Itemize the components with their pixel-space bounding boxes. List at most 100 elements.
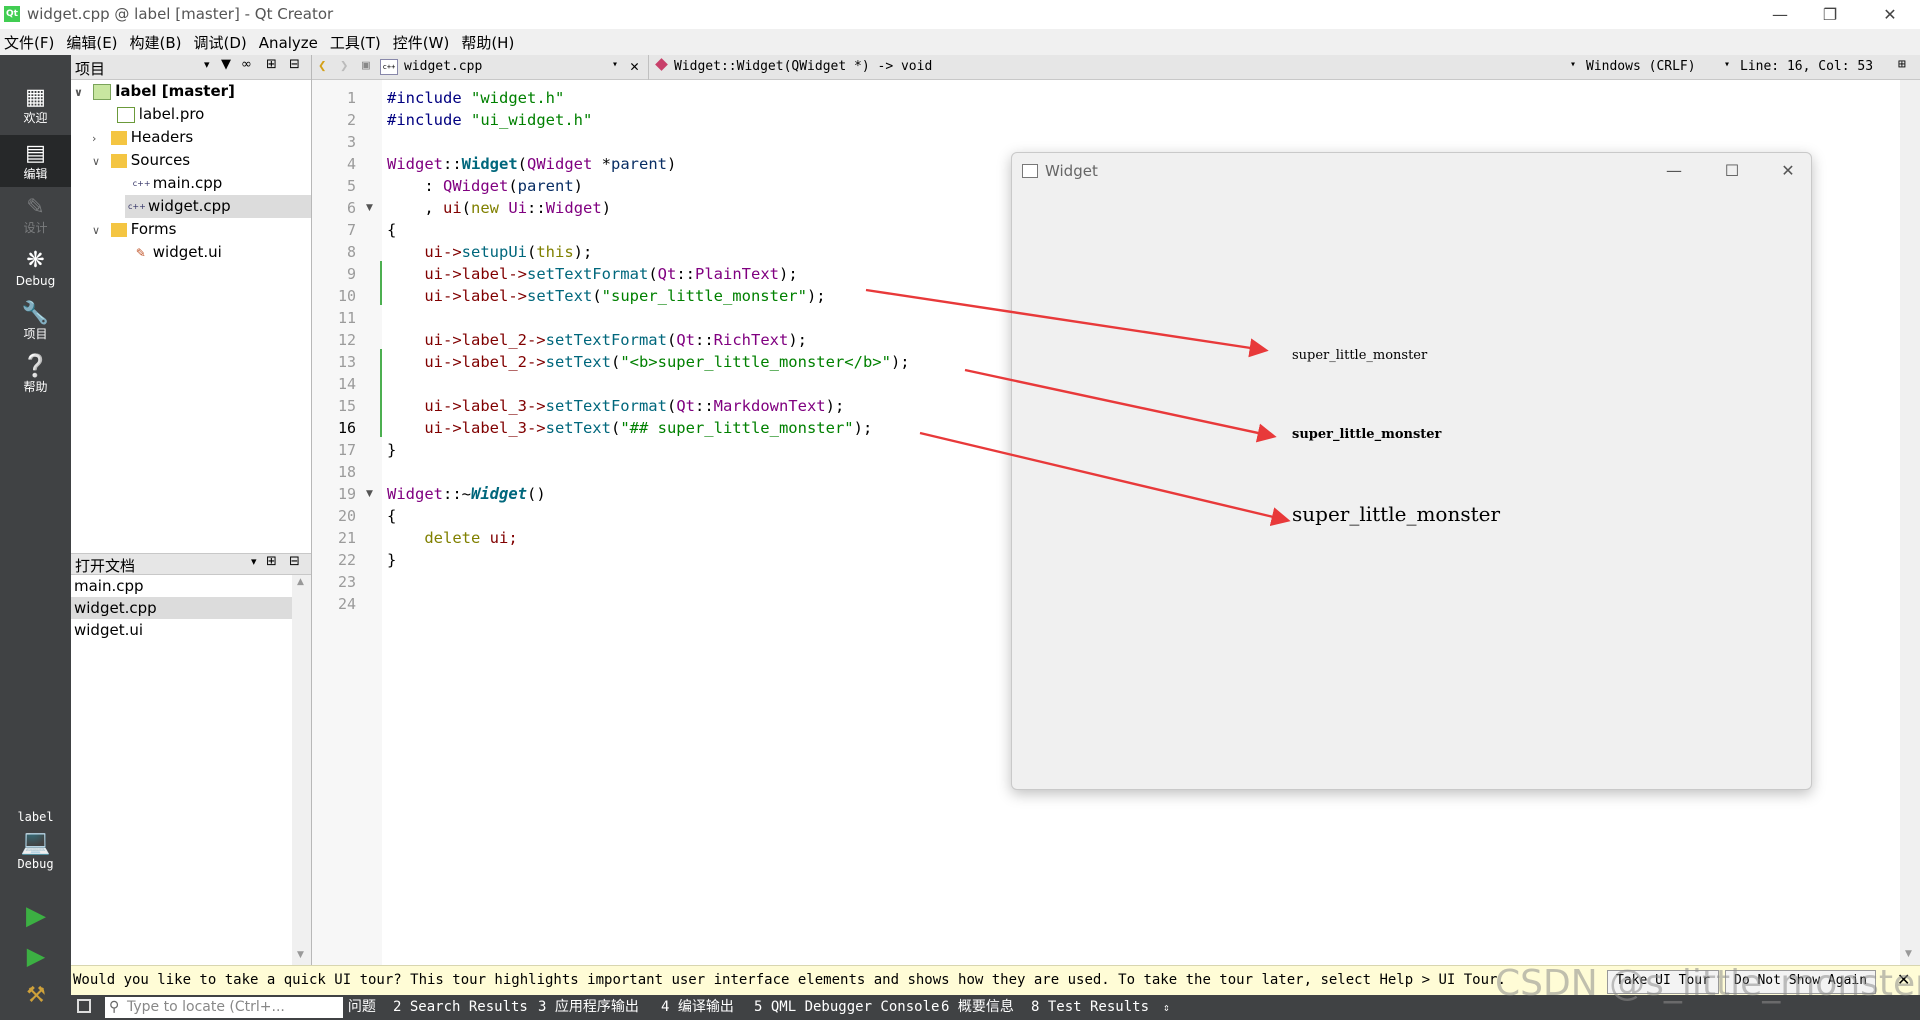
- close-file-icon[interactable]: ✕: [630, 57, 639, 75]
- output-tab-general-messages[interactable]: 6 概要信息: [941, 995, 1014, 1020]
- code-token: ui->: [387, 243, 462, 261]
- scroll-down-icon[interactable]: ▼: [297, 950, 304, 960]
- tree-item-sources[interactable]: ∨ Sources: [71, 149, 312, 172]
- split-icon[interactable]: ⊞: [266, 554, 277, 569]
- open-doc-item[interactable]: main.cpp: [71, 575, 294, 597]
- build-hammer-icon[interactable]: ⚒: [21, 981, 51, 1011]
- symbol-dropdown-icon[interactable]: ▾: [1570, 59, 1576, 70]
- widget-maximize-button[interactable]: ☐: [1712, 159, 1752, 183]
- widget-close-button[interactable]: ✕: [1768, 159, 1808, 183]
- tree-item-headers[interactable]: › Headers: [71, 126, 312, 149]
- change-marker: [380, 371, 382, 393]
- code-token: ui;: [480, 529, 518, 547]
- menu-help[interactable]: 帮助(H): [455, 29, 520, 55]
- code-token: Widget: [387, 155, 443, 173]
- minimize-button[interactable]: —: [1752, 0, 1808, 29]
- tree-item-label-pro[interactable]: label.pro: [71, 103, 312, 126]
- bug-icon: ❋: [26, 248, 45, 273]
- cpp-file-icon: c++: [128, 201, 146, 211]
- output-tab-qml-debugger[interactable]: 5 QML Debugger Console: [754, 995, 939, 1020]
- output-tab-test-results[interactable]: 8 Test Results: [1031, 995, 1149, 1020]
- tree-label: Sources: [130, 151, 191, 169]
- menu-edit[interactable]: 编辑(E): [60, 29, 123, 55]
- menu-debug[interactable]: 调试(D): [188, 29, 253, 55]
- menu-file[interactable]: 文件(F): [0, 29, 60, 55]
- tree-item-widget-cpp[interactable]: c++ widget.cpp: [125, 195, 315, 218]
- tree-item-widget-ui[interactable]: ✎ widget.ui: [71, 241, 312, 264]
- code-token: setText: [545, 419, 611, 437]
- menu-tools[interactable]: 工具(T): [324, 29, 387, 55]
- expand-arrow-icon[interactable]: ›: [92, 127, 106, 150]
- tree-item-forms[interactable]: ∨ Forms: [71, 218, 312, 241]
- debug-run-icon[interactable]: ▶: [21, 941, 51, 971]
- mode-help[interactable]: ❔ 帮助: [0, 348, 71, 400]
- filter-icon[interactable]: ▼: [221, 57, 231, 72]
- output-tab-issues[interactable]: 1 问题: [331, 995, 376, 1020]
- line-ending-selector[interactable]: Windows (CRLF): [1586, 59, 1696, 74]
- back-arrow-icon[interactable]: ❮: [318, 58, 326, 74]
- line-number: 3: [346, 133, 356, 151]
- code-token: );: [853, 419, 873, 437]
- open-doc-item[interactable]: widget.ui: [71, 619, 294, 641]
- collapse-arrow-icon[interactable]: ∨: [74, 81, 88, 104]
- widget-title-bar[interactable]: Widget — ☐ ✕: [1012, 153, 1811, 187]
- split-icon[interactable]: ⊞: [1898, 57, 1906, 72]
- widget-minimize-button[interactable]: —: [1654, 159, 1694, 183]
- tree-label: label.pro: [138, 105, 205, 123]
- more-tabs-icon[interactable]: ⇕: [1163, 995, 1170, 1020]
- kit-selector[interactable]: 💻 Debug: [0, 827, 71, 881]
- view-dropdown-icon[interactable]: ▾: [251, 555, 257, 568]
- scroll-down-icon[interactable]: ▼: [1905, 949, 1912, 959]
- code-token: setupUi: [461, 243, 527, 261]
- close-button[interactable]: ✕: [1862, 0, 1918, 29]
- menu-widgets[interactable]: 控件(W): [387, 29, 456, 55]
- tree-label: Forms: [130, 220, 177, 238]
- line-ending-dropdown-icon[interactable]: ▾: [1724, 59, 1730, 70]
- change-marker: [380, 261, 382, 283]
- tree-item-main-cpp[interactable]: c++ main.cpp: [71, 172, 312, 195]
- open-doc-item[interactable]: widget.cpp: [71, 597, 294, 619]
- code-line: : QWidget(parent): [387, 175, 583, 197]
- link-icon[interactable]: ∞: [241, 57, 252, 72]
- toggle-sidebar-icon[interactable]: [77, 999, 91, 1013]
- grid-icon: ▦: [25, 85, 46, 110]
- code-token: Qt: [657, 265, 677, 283]
- mode-debug[interactable]: ❋ Debug: [0, 242, 71, 294]
- code-line: ui->label_2->setText("<b>super_little_mo…: [387, 351, 909, 373]
- forward-arrow-icon[interactable]: ❯: [340, 58, 348, 74]
- split-icon[interactable]: ⊞: [266, 57, 277, 72]
- output-tab-application-output[interactable]: 3 应用程序输出: [538, 995, 639, 1020]
- fold-marker-icon[interactable]: ▼: [366, 203, 373, 213]
- tree-project-root[interactable]: ∨ label [master]: [71, 80, 312, 103]
- line-number-gutter: 1 2 3 4 5 6 7 8 9 10 11 12 13 14 15 16 1…: [312, 80, 382, 965]
- mode-projects[interactable]: 🔧 项目: [0, 295, 71, 347]
- line-number: 23: [337, 573, 356, 591]
- code-line: delete ui;: [387, 527, 518, 549]
- menu-analyze[interactable]: Analyze: [253, 29, 324, 55]
- close-pane-icon[interactable]: ⊟: [289, 554, 300, 569]
- view-dropdown-icon[interactable]: ▾: [204, 58, 210, 71]
- collapse-arrow-icon[interactable]: ∨: [92, 150, 106, 173]
- scroll-up-icon[interactable]: ▲: [297, 577, 304, 587]
- restore-button[interactable]: ❐: [1802, 0, 1858, 29]
- collapse-arrow-icon[interactable]: ∨: [92, 219, 106, 242]
- code-token: PlainText: [695, 265, 779, 283]
- output-tab-compile-output[interactable]: 4 编译输出: [661, 995, 734, 1020]
- editor-scrollbar[interactable]: ▼: [1900, 80, 1920, 965]
- locator-input[interactable]: ⚲ Type to locate (Ctrl+...: [105, 997, 343, 1018]
- symbol-selector[interactable]: Widget::Widget(QWidget *) -> void: [674, 59, 932, 74]
- change-marker: [380, 349, 382, 371]
- menu-build[interactable]: 构建(B): [124, 29, 188, 55]
- mode-welcome[interactable]: ▦ 欢迎: [0, 79, 71, 131]
- file-dropdown-icon[interactable]: ▾: [612, 59, 618, 70]
- widget-preview-window[interactable]: Widget — ☐ ✕ super_little_monster super_…: [1011, 152, 1812, 790]
- open-docs-scrollbar[interactable]: ▲ ▼: [292, 575, 312, 965]
- close-pane-icon[interactable]: ⊟: [289, 57, 300, 72]
- mode-design[interactable]: ✎ 设计: [0, 189, 71, 241]
- code-token: (: [508, 177, 518, 195]
- mode-edit[interactable]: ▤ 编辑: [0, 135, 71, 187]
- output-tab-search-results[interactable]: 2 Search Results: [393, 995, 528, 1020]
- fold-marker-icon[interactable]: ▼: [366, 489, 373, 499]
- current-file-name[interactable]: widget.cpp: [404, 59, 482, 74]
- run-icon[interactable]: ▶: [21, 901, 51, 931]
